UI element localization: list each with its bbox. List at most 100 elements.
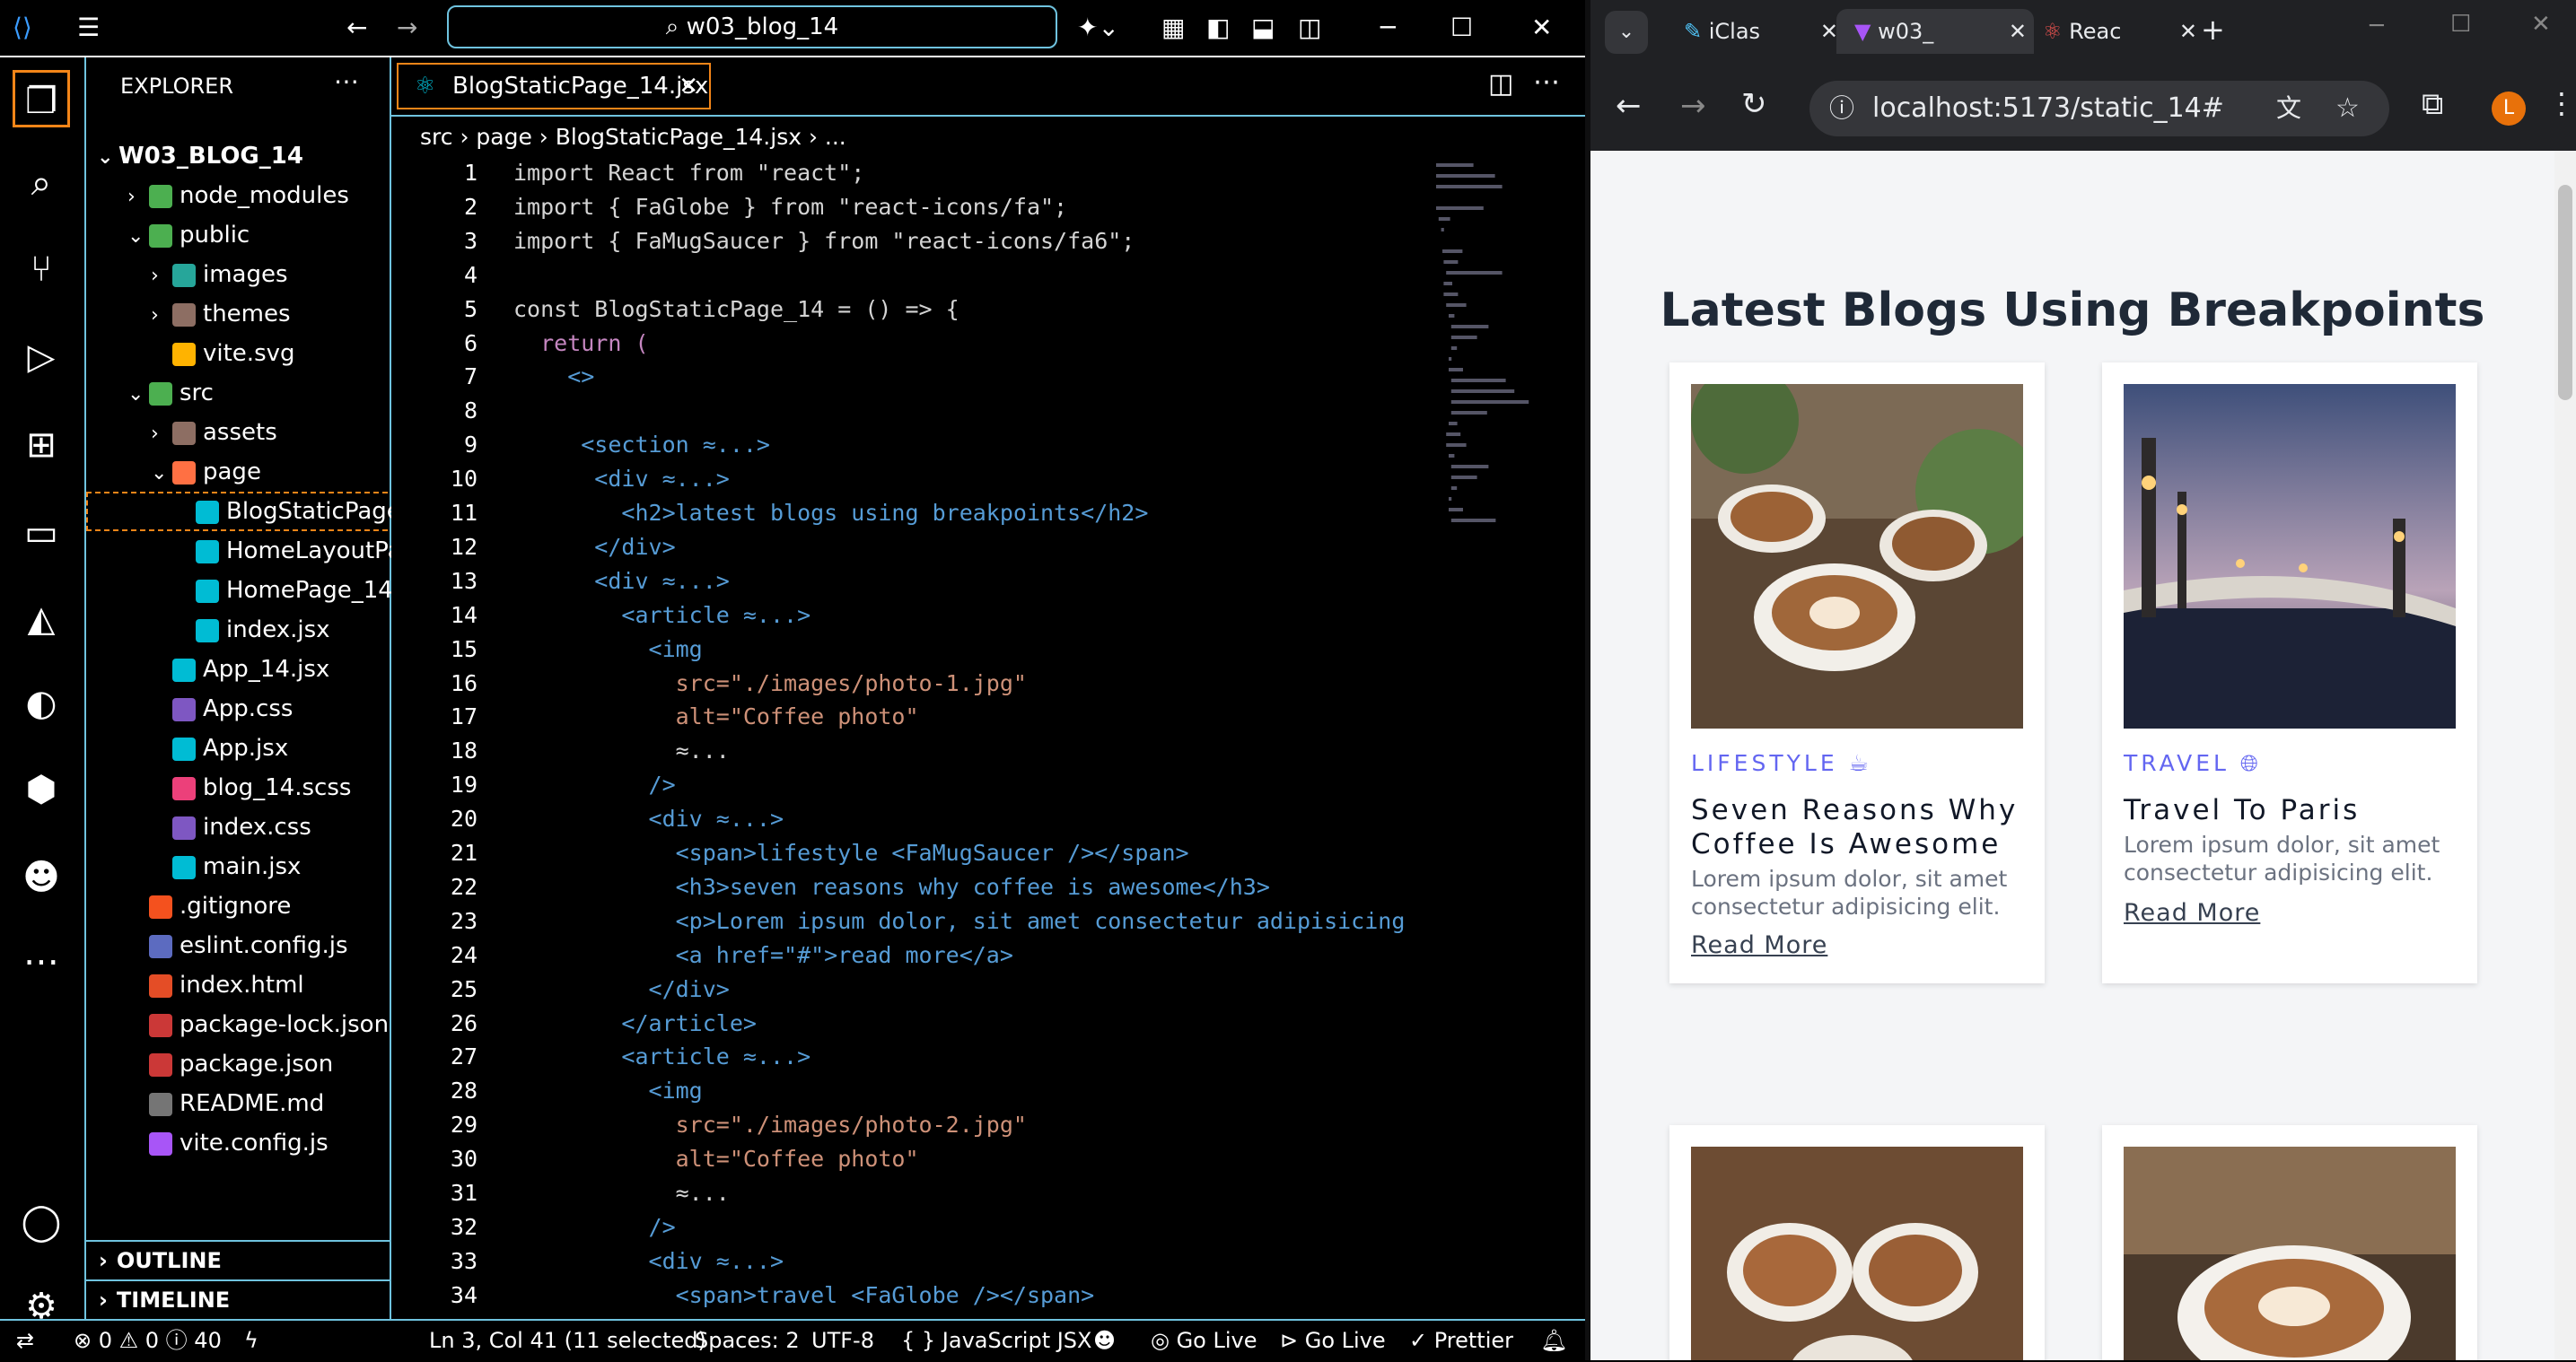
tab-close-icon[interactable]: ✕	[2179, 9, 2197, 54]
code-line[interactable]: <article ≈...>	[513, 1043, 810, 1070]
notifications-bell-icon[interactable]: 🔔︎	[1540, 1321, 1567, 1360]
indentation[interactable]: Spaces: 2	[695, 1321, 800, 1360]
tree-file[interactable]: README.md	[86, 1084, 431, 1123]
code-line[interactable]: ≈...	[513, 738, 730, 764]
back-arrow-icon[interactable]: ←	[346, 13, 367, 42]
new-tab-icon[interactable]: +	[2201, 13, 2225, 47]
code-line[interactable]: alt="Coffee photo"	[513, 1146, 919, 1172]
tab-close-icon[interactable]: ✕	[1820, 9, 1838, 54]
read-more-link[interactable]: Read More	[2124, 899, 2260, 927]
tree-file[interactable]: index.html	[86, 965, 431, 1005]
language-mode[interactable]: { } JavaScript JSX	[901, 1321, 1091, 1360]
address-bar[interactable]: ⓘ localhost:5173/static_14# 文 ☆	[1809, 81, 2389, 136]
tree-file[interactable]: eslint.config.js	[86, 926, 431, 965]
code-line[interactable]: import React from "react";	[513, 160, 864, 186]
code-line[interactable]: return (	[513, 330, 648, 356]
copilot-chat-icon[interactable]: ☻	[13, 849, 70, 906]
tab-close-icon[interactable]: ✕	[679, 65, 698, 108]
tree-file[interactable]: vite.config.js	[86, 1123, 431, 1163]
tab-search-button[interactable]: ⌄	[1605, 11, 1648, 54]
code-line[interactable]: <div ≈...>	[513, 568, 730, 594]
code-line[interactable]: </article>	[513, 1010, 757, 1036]
browser-tab-3[interactable]: ⚛ Reac ✕	[2025, 9, 2204, 54]
copilot-status-icon[interactable]: ☻	[1093, 1321, 1116, 1360]
toggle-secondary-sidebar-icon[interactable]: ◫	[1298, 13, 1321, 42]
extensions-icon[interactable]: ⧉	[2422, 86, 2443, 122]
code-line[interactable]: <a href="#">read more</a>	[513, 942, 1013, 968]
browser-menu-icon[interactable]: ⋮	[2547, 86, 2576, 120]
remote-indicator-icon[interactable]: ⇄	[16, 1321, 34, 1360]
profile-avatar[interactable]: L	[2492, 92, 2526, 126]
toggle-panel-icon[interactable]: ⬓	[1251, 13, 1275, 42]
code-line[interactable]: src="./images/photo-1.jpg"	[513, 670, 1027, 696]
run-debug-icon[interactable]: ▷	[13, 328, 70, 386]
code-line[interactable]: import { FaGlobe } from "react-icons/fa"…	[513, 194, 1067, 220]
layout-icon[interactable]: ▦	[1161, 13, 1185, 42]
breadcrumb[interactable]: src › page › BlogStaticPage_14.jsx › ...	[420, 124, 846, 150]
live-share-icon[interactable]: ◐	[13, 675, 70, 732]
translate-icon[interactable]: 文	[2276, 81, 2301, 136]
code-line[interactable]: <h3>seven reasons why coffee is awesome<…	[513, 874, 1270, 900]
toggle-sidebar-icon[interactable]: ◧	[1206, 13, 1230, 42]
code-line[interactable]: <div ≈...>	[513, 466, 730, 492]
extensions-icon[interactable]: ⊞	[13, 416, 70, 474]
remote-explorer-icon[interactable]: ▭	[13, 504, 70, 562]
timeline-section[interactable]: › TIMELINE	[86, 1279, 390, 1319]
code-line[interactable]: src="./images/photo-2.jpg"	[513, 1112, 1027, 1138]
tree-file[interactable]: .gitignore	[86, 886, 431, 926]
source-control-icon[interactable]: ⑂	[13, 240, 70, 298]
code-line[interactable]: </div>	[513, 534, 675, 560]
page-scrollbar[interactable]	[2554, 151, 2576, 1360]
search-icon[interactable]: ⌕	[13, 154, 70, 212]
tree-file[interactable]: package.json	[86, 1044, 431, 1084]
go-live-button-2[interactable]: ⊳ Go Live	[1280, 1321, 1386, 1360]
containers-icon[interactable]: ⬢	[13, 761, 70, 818]
back-arrow-icon[interactable]: ←	[1616, 88, 1642, 124]
problems-status[interactable]: ⊗ 0 ⚠ 0 ⓘ 40	[74, 1321, 222, 1360]
tab-close-icon[interactable]: ✕	[2009, 9, 2027, 54]
split-editor-icon[interactable]: ◫	[1488, 68, 1513, 100]
accounts-icon[interactable]: ◯	[13, 1193, 70, 1251]
command-center-search[interactable]: ⌕ w03_blog_14	[447, 5, 1057, 48]
tree-folder[interactable]: › node_modules	[86, 176, 431, 215]
more-icon[interactable]: ⋯	[13, 933, 70, 991]
close-icon[interactable]: ✕	[2531, 11, 2551, 38]
code-line[interactable]: <article ≈...>	[513, 602, 810, 628]
read-more-link[interactable]: Read More	[1691, 931, 1827, 959]
browser-tab-2[interactable]: ▼ w03_ ✕	[1836, 9, 2034, 54]
forward-arrow-icon[interactable]: →	[397, 13, 417, 42]
go-live-button-1[interactable]: ◎ Go Live	[1151, 1321, 1257, 1360]
cursor-position[interactable]: Ln 3, Col 41 (11 selected)	[429, 1321, 706, 1360]
maximize-icon[interactable]: ☐	[2450, 11, 2471, 38]
browser-tab-1[interactable]: ✎ iClas ✕	[1666, 9, 1845, 54]
explorer-more-icon[interactable]: ⋯	[334, 66, 359, 96]
close-icon[interactable]: ✕	[1531, 13, 1552, 42]
code-line[interactable]: <h2>latest blogs using breakpoints</h2>	[513, 500, 1148, 526]
scrollbar-thumb[interactable]	[2558, 185, 2572, 400]
explorer-icon[interactable]: ❐	[13, 70, 70, 127]
copilot-icon[interactable]: ✦⌄	[1077, 13, 1119, 42]
minimap[interactable]	[1433, 160, 1549, 877]
bookmark-star-icon[interactable]: ☆	[2335, 81, 2360, 136]
maximize-icon[interactable]: ☐	[1450, 13, 1473, 42]
code-editor[interactable]: 1 import React from "react"; 2 import { FaG…	[391, 160, 1513, 1317]
code-line[interactable]: />	[513, 1214, 676, 1240]
code-line[interactable]: <div ≈...>	[513, 1248, 784, 1274]
code-line[interactable]: <div ≈...>	[513, 806, 784, 832]
menu-icon[interactable]: ☰	[77, 13, 100, 42]
code-line[interactable]: <p>Lorem ipsum dolor, sit amet consectet…	[513, 908, 1406, 934]
prettier-status[interactable]: ✓ Prettier	[1409, 1321, 1513, 1360]
code-line[interactable]: const BlogStaticPage_14 = () => {	[513, 296, 959, 322]
forward-arrow-icon[interactable]: →	[1680, 88, 1706, 124]
tree-file[interactable]: package-lock.json	[86, 1005, 431, 1044]
minimize-icon[interactable]: ─	[2370, 13, 2384, 39]
tree-folder[interactable]: ⌄ src	[86, 373, 431, 413]
editor-tab-active[interactable]: ⚛ BlogStaticPage_14.jsx ✕	[397, 63, 711, 109]
code-line[interactable]: />	[513, 772, 676, 798]
code-line[interactable]: <section ≈...>	[513, 432, 770, 458]
code-line[interactable]: <span>lifestyle <FaMugSaucer /></span>	[513, 840, 1189, 866]
code-line[interactable]: alt="Coffee photo"	[513, 703, 919, 729]
site-info-icon[interactable]: ⓘ	[1829, 81, 1854, 136]
project-root[interactable]: ⌄ W03_BLOG_14	[86, 136, 400, 176]
code-line[interactable]: <img	[513, 636, 703, 662]
